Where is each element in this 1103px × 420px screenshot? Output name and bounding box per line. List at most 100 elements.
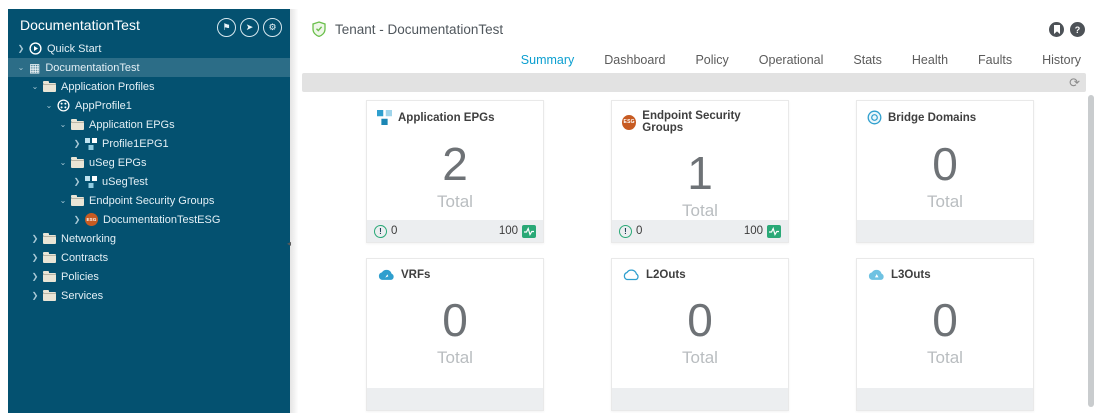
fault-icon: ! [374,224,387,238]
pin-icon[interactable]: ➤ [240,18,259,37]
folder-icon [43,289,56,301]
sidebar-collapse-handle[interactable]: ◂ [287,237,294,250]
bookmark-icon[interactable] [1049,22,1064,37]
card-title: Endpoint Security Groups [642,110,741,134]
fault-count: 0 [636,225,643,237]
tenant-shield-icon [312,21,326,37]
folder-icon [43,80,56,92]
tree-item-services[interactable]: ❯ Services [8,286,290,305]
folder-icon [71,156,84,168]
card-l2outs[interactable]: L2Outs 0 Total [611,258,789,411]
card-footer-empty [367,388,543,410]
chevron-down-icon[interactable]: ⌄ [58,158,68,167]
refresh-icon[interactable]: ⟳ [1069,74,1080,91]
vertical-scrollbar[interactable] [1088,95,1094,407]
health-chart-icon [522,224,536,238]
tree-item-label: Application EPGs [89,118,175,131]
card-bridge-domains[interactable]: Bridge Domains 0 Total [856,100,1034,243]
chevron-down-icon[interactable]: ⌄ [16,63,26,72]
tree-item-useg-epgs[interactable]: ⌄ uSeg EPGs [8,153,290,172]
navigation-tree: ❯ Quick Start ⌄ ▦ DocumentationTest ⌄ Ap… [8,39,290,305]
tree-item-label: uSegTest [102,175,148,188]
chevron-right-icon[interactable]: ❯ [30,234,40,243]
chevron-right-icon[interactable]: ❯ [30,253,40,262]
card-value: 0 [932,294,958,346]
tree-item-quick-start[interactable]: ❯ Quick Start [8,39,290,58]
folder-icon [43,251,56,263]
card-value: 0 [932,138,958,190]
tree-item-label: uSeg EPGs [89,156,147,169]
chevron-down-icon[interactable]: ⌄ [58,196,68,205]
tree-item-usegtest[interactable]: ❯ uSegTest [8,172,290,191]
tree-item-documentationtest[interactable]: ⌄ ▦ DocumentationTest [8,58,290,77]
app-profile-icon [57,99,70,112]
tree-item-label: DocumentationTestESG [103,213,221,226]
card-total-label: Total [682,201,718,220]
folder-icon [43,232,56,244]
folder-icon [43,270,56,282]
card-footer-empty [612,388,788,410]
card-value: 0 [442,294,468,346]
card-l3outs[interactable]: L3Outs 0 Total [856,258,1034,411]
health-chart-icon [767,224,781,238]
tree-item-label: Endpoint Security Groups [89,194,215,207]
settings-icon[interactable]: ⚙ [263,18,282,37]
apic-tenant-screen: DocumentationTest ⚑ ➤ ⚙ ❯ Quick Start ⌄ … [0,0,1103,420]
tree-item-label: Networking [61,232,117,245]
tree-item-label: Application Profiles [61,80,155,93]
card-title: L2Outs [646,268,686,281]
chevron-right-icon[interactable]: ❯ [30,291,40,300]
tree-item-policies[interactable]: ❯ Policies [8,267,290,286]
esg-icon: ESG [622,114,637,130]
card-total-label: Total [682,348,718,367]
vrf-cloud-icon [377,268,395,281]
l3out-cloud-icon [867,268,885,281]
card-title: Bridge Domains [888,111,977,124]
fault-count: 0 [391,225,398,237]
health-score: 100 [743,225,763,237]
card-total-label: Total [927,192,963,211]
health-score: 100 [498,225,518,237]
tree-item-profile1epg1[interactable]: ❯ Profile1EPG1 [8,134,290,153]
tree-item-contracts[interactable]: ❯ Contracts [8,248,290,267]
bridge-domain-icon [867,110,882,125]
summary-toolbar: ⟳ [302,73,1086,92]
card-value: 2 [442,138,468,190]
card-endpoint-security-groups[interactable]: ESG Endpoint Security Groups 1 Total ! 0… [611,100,789,243]
card-total-label: Total [437,348,473,367]
help-icon[interactable]: ? [1070,22,1085,37]
epg-icon [377,110,392,125]
chevron-right-icon[interactable]: ❯ [72,215,82,224]
chevron-down-icon[interactable]: ⌄ [58,120,68,129]
card-vrfs[interactable]: VRFs 0 Total [366,258,544,411]
chevron-right-icon[interactable]: ❯ [72,139,82,148]
tree-item-label: AppProfile1 [75,99,132,112]
folder-icon [71,194,84,206]
tree-item-networking[interactable]: ❯ Networking [8,229,290,248]
tree-item-appprofile1[interactable]: ⌄ AppProfile1 [8,96,290,115]
chevron-right-icon[interactable]: ❯ [30,272,40,281]
chevron-right-icon[interactable]: ❯ [16,44,26,53]
chevron-down-icon[interactable]: ⌄ [30,82,40,91]
card-title: VRFs [401,268,431,281]
sidebar-header: DocumentationTest ⚑ ➤ ⚙ [8,9,290,39]
tree-item-application-epgs[interactable]: ⌄ Application EPGs [8,115,290,134]
flag-icon[interactable]: ⚑ [217,18,236,37]
tenant-icon: ▦ [29,60,41,75]
chevron-down-icon[interactable]: ⌄ [44,101,54,110]
tree-item-application-profiles[interactable]: ⌄ Application Profiles [8,77,290,96]
tree-item-documentationtestesg[interactable]: ❯ ESG DocumentationTestESG [8,210,290,229]
tree-item-label: Services [61,289,104,302]
card-value: 1 [687,147,713,199]
chevron-right-icon[interactable]: ❯ [72,177,82,186]
card-footer-empty [857,220,1033,242]
card-application-epgs[interactable]: Application EPGs 2 Total ! 0 100 [366,100,544,243]
epg-icon [85,137,97,150]
card-total-label: Total [927,348,963,367]
tree-item-label: DocumentationTest [45,61,140,74]
navigation-sidebar: DocumentationTest ⚑ ➤ ⚙ ❯ Quick Start ⌄ … [8,9,290,413]
card-footer-empty [857,388,1033,410]
esg-icon: ESG [85,213,98,226]
tree-item-endpoint-security-groups[interactable]: ⌄ Endpoint Security Groups [8,191,290,210]
tree-item-label: Contracts [61,251,109,264]
